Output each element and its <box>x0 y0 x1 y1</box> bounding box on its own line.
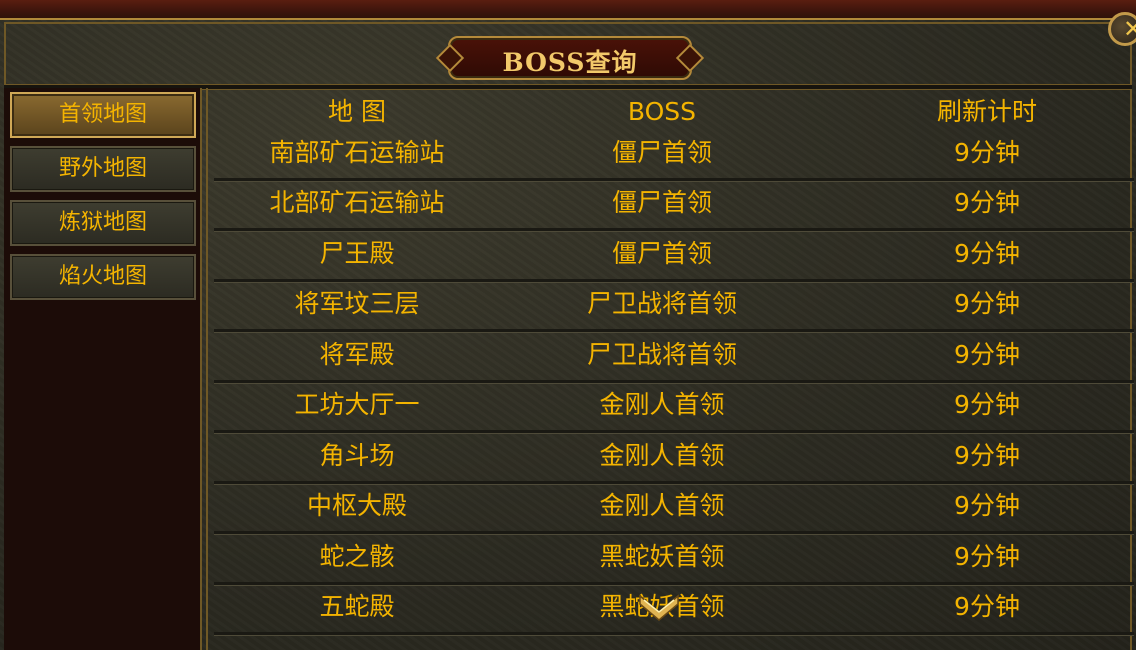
boss-cell: 金刚人首领 <box>599 390 725 419</box>
column-header-timer: 刷新计时 <box>936 97 1037 126</box>
sidebar-item-wild-maps[interactable]: 野外地图 <box>10 146 196 192</box>
timer-cell: 9分钟 <box>954 491 1020 520</box>
timer-cell: 9分钟 <box>954 592 1020 621</box>
table-row[interactable]: 将军殿 尸卫战将首领 9分钟 <box>214 332 1134 383</box>
table-row[interactable]: 工坊大厅一 金刚人首领 9分钟 <box>214 382 1134 433</box>
boss-cell: 僵尸首领 <box>611 138 712 167</box>
table-row[interactable]: 蛇之骸 黑蛇妖首领 9分钟 <box>214 534 1134 585</box>
scroll-down-chevron-icon[interactable] <box>638 592 680 622</box>
sidebar-item-firework-maps[interactable]: 焰火地图 <box>10 254 196 300</box>
map-cell: 将军坟三层 <box>294 289 420 318</box>
close-icon: ✕ <box>1123 15 1136 43</box>
boss-table: 地 图 BOSS 刷新计时 南部矿石运输站 僵尸首领 9分钟 北部矿石运输站 僵… <box>206 88 1134 650</box>
boss-cell: 尸卫战将首领 <box>586 340 737 369</box>
sidebar-item-purgatory-maps[interactable]: 炼狱地图 <box>10 200 196 246</box>
table-header: 地 图 BOSS 刷新计时 <box>208 94 1134 130</box>
map-cell: 中枢大殿 <box>306 491 407 520</box>
table-row[interactable]: 南部矿石运输站 僵尸首领 9分钟 <box>214 130 1134 181</box>
map-cell: 将军殿 <box>319 340 395 369</box>
sidebar-item-label: 野外地图 <box>58 156 147 181</box>
boss-cell: 黑蛇妖首领 <box>599 542 725 571</box>
table-row[interactable]: 尸王殿 僵尸首领 9分钟 <box>214 231 1134 282</box>
map-cell: 蛇之骸 <box>319 542 395 571</box>
panel-title: BOSS查询 <box>502 48 638 77</box>
timer-cell: 9分钟 <box>954 542 1020 571</box>
map-cell: 工坊大厅一 <box>294 390 420 419</box>
column-header-map: 地 图 <box>328 97 386 126</box>
table-row[interactable]: 角斗场 金刚人首领 9分钟 <box>214 433 1134 484</box>
table-row[interactable]: 将军坟三层 尸卫战将首领 9分钟 <box>214 281 1134 332</box>
timer-cell: 9分钟 <box>954 390 1020 419</box>
map-cell: 南部矿石运输站 <box>269 138 445 167</box>
map-category-sidebar: 首领地图 野外地图 炼狱地图 焰火地图 <box>4 88 202 650</box>
close-button[interactable]: ✕ <box>1108 12 1136 46</box>
sidebar-item-boss-maps[interactable]: 首领地图 <box>10 92 196 138</box>
column-header-boss: BOSS <box>627 97 697 126</box>
timer-cell: 9分钟 <box>954 239 1020 268</box>
sidebar-item-label: 焰火地图 <box>58 264 147 289</box>
table-row[interactable]: 中枢大殿 金刚人首领 9分钟 <box>214 483 1134 534</box>
map-cell: 北部矿石运输站 <box>269 188 445 217</box>
table-row[interactable]: 北部矿石运输站 僵尸首领 9分钟 <box>214 180 1134 231</box>
map-cell: 角斗场 <box>319 441 395 470</box>
boss-cell: 尸卫战将首领 <box>586 289 737 318</box>
boss-cell: 金刚人首领 <box>599 491 725 520</box>
map-cell: 尸王殿 <box>319 239 395 268</box>
title-plate: BOSS查询 <box>448 36 692 80</box>
timer-cell: 9分钟 <box>954 188 1020 217</box>
sidebar-item-label: 炼狱地图 <box>58 210 147 235</box>
timer-cell: 9分钟 <box>954 340 1020 369</box>
map-cell: 五蛇殿 <box>319 592 395 621</box>
timer-cell: 9分钟 <box>954 289 1020 318</box>
timer-cell: 9分钟 <box>954 138 1020 167</box>
sidebar-item-label: 首领地图 <box>58 102 147 127</box>
boss-cell: 僵尸首领 <box>611 188 712 217</box>
boss-cell: 金刚人首领 <box>599 441 725 470</box>
timer-cell: 9分钟 <box>954 441 1020 470</box>
boss-cell: 僵尸首领 <box>611 239 712 268</box>
